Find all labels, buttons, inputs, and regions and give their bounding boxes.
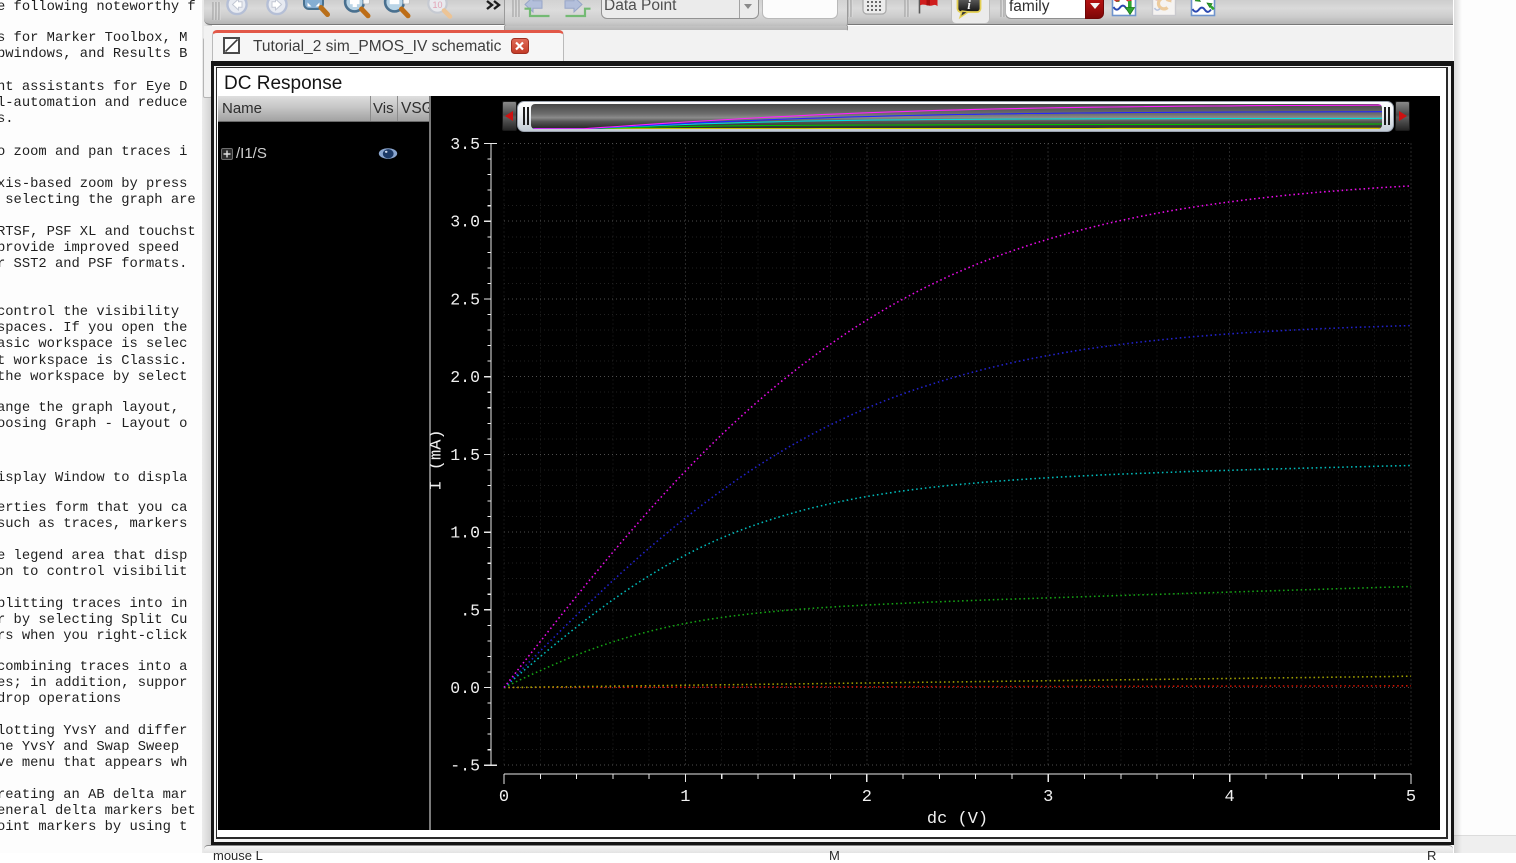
svg-text:1.5: 1.5 <box>450 446 480 465</box>
svg-text:3.0: 3.0 <box>450 213 480 232</box>
svg-text:3: 3 <box>1043 788 1053 807</box>
svg-text:0.0: 0.0 <box>450 679 480 698</box>
svg-text:I (mA): I (mA) <box>430 429 447 490</box>
svg-text:4: 4 <box>1224 788 1234 807</box>
svg-text:2.0: 2.0 <box>450 368 480 387</box>
svg-text:0: 0 <box>499 788 509 807</box>
svg-text:1.0: 1.0 <box>450 524 480 543</box>
svg-text:-.5: -.5 <box>450 757 480 776</box>
svg-text:2.5: 2.5 <box>450 290 480 309</box>
svg-text:1: 1 <box>680 788 690 807</box>
svg-text:10: 10 <box>432 0 442 10</box>
svg-text:3.5: 3.5 <box>450 135 480 154</box>
svg-text:dc (V): dc (V) <box>927 810 988 829</box>
svg-text:2: 2 <box>862 788 872 807</box>
svg-text:.5: .5 <box>460 601 480 620</box>
svg-text:5: 5 <box>1406 788 1416 807</box>
